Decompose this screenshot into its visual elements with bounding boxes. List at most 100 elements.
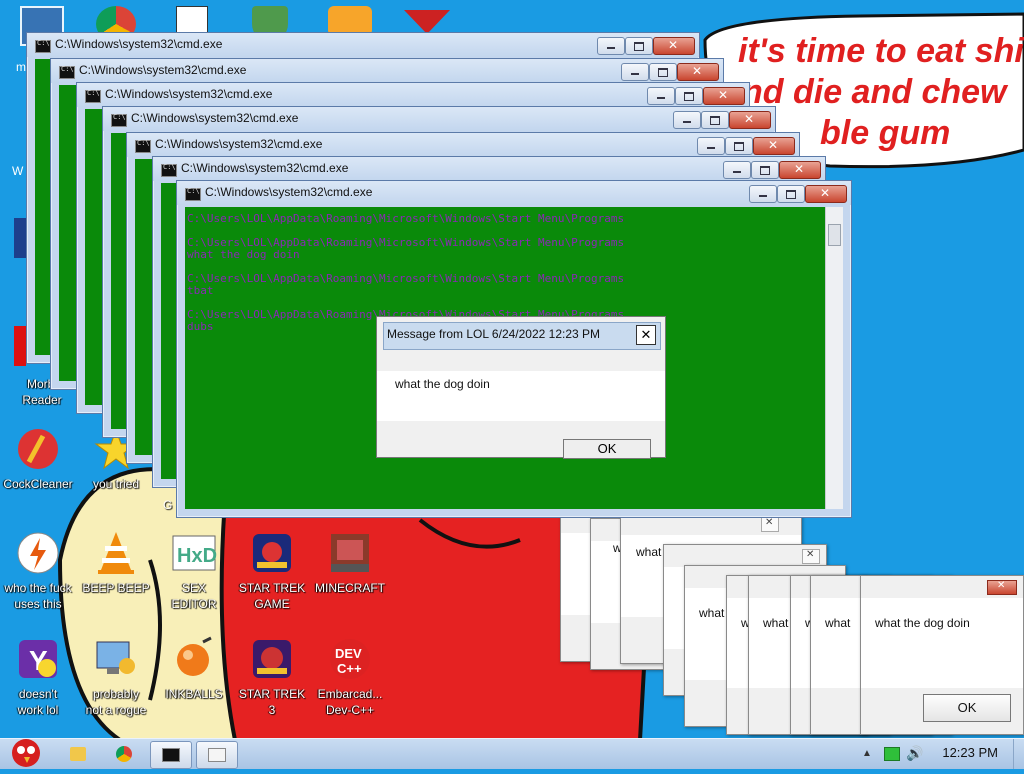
minimize-icon[interactable] <box>597 37 625 55</box>
dev-cpp-icon: DEV C++ <box>327 636 373 682</box>
desktop-icon-star-trek-3[interactable]: STAR TREK 3 <box>232 636 312 718</box>
desktop-icon-partial-label-2: W <box>12 164 24 178</box>
cmd-title: C:\Windows\system32\cmd.exe <box>181 161 349 175</box>
minimize-icon[interactable] <box>749 185 777 203</box>
desktop-icon-label: who the fuck uses this <box>4 581 72 611</box>
clock[interactable]: 12:23 PM <box>942 745 998 760</box>
vertical-scrollbar[interactable] <box>825 207 843 509</box>
taskbar-explorer-button[interactable] <box>58 741 98 767</box>
console-line: C:\Users\LOL\AppData\Roaming\Microsoft\W… <box>187 272 625 285</box>
desktop-icon-partial-3[interactable] <box>14 218 26 258</box>
taskbar-cmd-button[interactable] <box>150 741 192 769</box>
chrome-icon <box>116 746 132 762</box>
desktop-icon-sex-editor[interactable]: HxD SEX EDITOR <box>154 530 234 612</box>
cmd-title: C:\Windows\system32\cmd.exe <box>55 37 223 51</box>
desktop-icon-label: Embarcad... Dev-C++ <box>317 687 383 717</box>
maximize-icon[interactable] <box>701 111 729 129</box>
chevron-up-icon[interactable]: ▲ <box>862 748 872 759</box>
window-icon <box>208 748 226 762</box>
desktop-icon-dev-cpp[interactable]: DEV C++ Embarcad... Dev-C++ <box>310 636 390 718</box>
minimize-icon[interactable] <box>647 87 675 105</box>
cmd-icon <box>161 163 177 177</box>
computer-gears-icon <box>93 636 139 682</box>
close-icon[interactable] <box>753 137 795 155</box>
desktop-icon-not-a-rogue[interactable]: probably not a rogue <box>76 636 156 718</box>
desktop-icon-label: SEX EDITOR <box>171 581 217 611</box>
msgbox-window-front[interactable]: what the dog doin OK <box>860 575 1024 735</box>
lightning-icon <box>15 530 61 576</box>
close-icon[interactable] <box>802 549 820 564</box>
close-icon[interactable] <box>653 37 695 55</box>
desktop-icon-label: STAR TREK 3 <box>238 687 306 717</box>
network-icon[interactable] <box>884 747 900 761</box>
maximize-icon[interactable] <box>725 137 753 155</box>
hxd-icon: HxD <box>171 530 217 576</box>
bubble-text-line-1: it's time to eat shit <box>738 32 1024 70</box>
star-wars-game-icon <box>249 530 295 576</box>
msgbox-text: what <box>699 606 725 620</box>
folder-icon <box>70 747 86 761</box>
message-dialog-text: what the dog doin <box>395 377 490 391</box>
svg-text:HxD: HxD <box>177 545 217 567</box>
minecraft-icon <box>327 530 373 576</box>
close-icon[interactable] <box>779 161 821 179</box>
maximize-icon[interactable] <box>675 87 703 105</box>
desktop-icon-inkballs[interactable]: INKBALLS <box>154 636 234 702</box>
cmd-icon <box>162 748 180 762</box>
desktop-icon-label: you tried <box>92 477 140 491</box>
desktop-icon-doesnt-work[interactable]: Y doesn't work lol <box>0 636 78 718</box>
cmd-icon <box>35 39 51 53</box>
cmd-title: C:\Windows\system32\cmd.exe <box>131 111 299 125</box>
close-icon[interactable] <box>677 63 719 81</box>
cmd-icon <box>185 187 201 201</box>
message-dialog[interactable]: Message from LOL 6/24/2022 12:23 PM ✕ wh… <box>376 316 666 459</box>
desktop-icon-star-trek-game[interactable]: STAR TREK GAME <box>232 530 312 612</box>
msgbox-text: what the dog doin <box>875 616 970 630</box>
bubble-text-line-3: ble gum <box>820 114 951 152</box>
close-icon[interactable] <box>761 517 779 532</box>
msgbox-text: what <box>763 616 789 630</box>
minimize-icon[interactable] <box>697 137 725 155</box>
cmd-title: C:\Windows\system32\cmd.exe <box>105 87 273 101</box>
volume-icon[interactable]: 🔊 <box>906 745 923 762</box>
taskbar-msg-button[interactable] <box>196 741 238 769</box>
close-icon[interactable] <box>805 185 847 203</box>
star-wars-3-icon <box>249 636 295 682</box>
desktop-icon-label: STAR TREK GAME <box>238 581 306 611</box>
maximize-icon[interactable] <box>751 161 779 179</box>
close-icon[interactable] <box>703 87 745 105</box>
bubble-text-line-2: nd die and chew <box>742 73 1007 111</box>
desktop-icon-minecraft[interactable]: MINECRAFT <box>310 530 390 596</box>
cmd-title: C:\Windows\system32\cmd.exe <box>79 63 247 77</box>
maximize-icon[interactable] <box>625 37 653 55</box>
ok-button[interactable]: OK <box>563 439 651 459</box>
desktop-icon-beep-beep[interactable]: BEEP BEEP <box>76 530 156 596</box>
desktop-icon-who-uses-this[interactable]: who the fuck uses this <box>0 530 78 612</box>
close-icon[interactable] <box>729 111 771 129</box>
cmd-icon <box>59 65 75 79</box>
msgbox-body <box>861 598 1023 688</box>
show-desktop-button[interactable] <box>1013 739 1024 769</box>
taskbar-chrome-button[interactable] <box>104 741 144 767</box>
desktop-icon-partial-label: m <box>16 60 26 74</box>
vlc-cone-icon <box>93 530 139 576</box>
minimize-icon[interactable] <box>673 111 701 129</box>
console-line: C:\Users\LOL\AppData\Roaming\Microsoft\W… <box>187 212 625 225</box>
msgbox-text: what <box>636 545 662 559</box>
desktop-icon-cockcleaner[interactable]: CockCleaner <box>0 426 78 492</box>
close-icon[interactable]: ✕ <box>636 325 656 345</box>
close-icon[interactable] <box>987 580 1017 595</box>
minimize-icon[interactable] <box>723 161 751 179</box>
maximize-icon[interactable] <box>649 63 677 81</box>
desktop-icon-label: MINECRAFT <box>315 581 385 595</box>
cmd-icon <box>85 89 101 103</box>
scrollbar-thumb[interactable] <box>828 224 841 246</box>
msgbox-text: what <box>825 616 851 630</box>
ok-button[interactable]: OK <box>923 694 1011 722</box>
yahoo-messenger-icon: Y <box>15 636 61 682</box>
desktop-icon-label: BEEP BEEP <box>82 581 150 595</box>
start-button[interactable] <box>4 733 44 769</box>
minimize-icon[interactable] <box>621 63 649 81</box>
desktop-icon-label: CockCleaner <box>3 477 73 491</box>
maximize-icon[interactable] <box>777 185 805 203</box>
